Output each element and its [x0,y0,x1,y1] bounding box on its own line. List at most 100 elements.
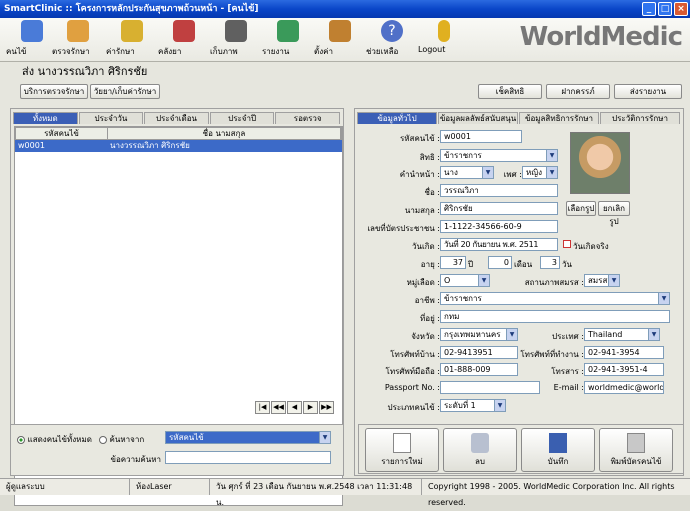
check-right-button[interactable]: เช็คสิทธิ [478,84,542,99]
camera-icon [225,20,247,42]
sex-select[interactable]: หญิง ▼ [522,166,558,179]
email-field[interactable]: worldmedic@worldmedic.com [584,381,664,394]
blood-select[interactable]: O ▼ [440,274,490,287]
prefix-select[interactable]: นาง ▼ [440,166,494,179]
print-card-button[interactable]: พิมพ์บัตรคนไข้ [599,428,673,472]
chevron-down-icon: ▼ [506,329,517,340]
next-fast-button[interactable]: ▶▶ [319,401,334,414]
minimize-button[interactable]: _ [642,2,656,16]
search-input[interactable] [165,451,331,464]
help-icon: ? [381,20,403,42]
passport-field[interactable] [440,381,540,394]
col-patient-id[interactable]: รหัสคนไข้ [16,128,108,139]
mobile-label: โทรศัพท์มือถือ : [385,367,440,376]
home-tel-label: โทรศัพท์บ้าน : [390,350,440,359]
marital-label: สถานภาพสมรส : [524,278,584,287]
prev-button[interactable]: ◀ [287,401,302,414]
toolbar-settings[interactable]: ตั้งค่า [314,20,366,60]
status-datetime: วัน ศุกร์ ที่ 23 เดือน กันยายน พ.ศ.2548 … [210,479,422,507]
age-year-field[interactable]: 37 [440,256,466,269]
new-record-button[interactable]: รายการใหม่ [365,428,439,472]
send-report-button[interactable]: ส่งรายงาน [614,84,682,99]
dob-field[interactable]: วันที่ 20 กันยายน พ.ศ. 2511 [440,238,558,251]
first-page-button[interactable]: |◀ [255,401,270,414]
tab-rights[interactable]: ข้อมูลสิทธิการรักษา [519,112,599,124]
idcard-field[interactable]: 1-1122-34566-60-9 [440,220,558,233]
real-dob-label: วันเกิดจริง [573,242,609,251]
address-field[interactable]: กทม [440,310,670,323]
right-select[interactable]: ข้าราชการ ▼ [440,149,558,162]
fax-field[interactable]: 02-941-3951-4 [584,363,664,376]
toolbar-patient[interactable]: คนไข้ [6,20,58,60]
surname-label: นามสกุล : [404,206,440,215]
brand-logo: WorldMedic [519,22,683,52]
patient-id-field[interactable]: w0001 [440,130,522,143]
right-label: สิทธิ : [419,153,440,162]
tab-yearly[interactable]: ประจำปี [209,112,275,124]
sex-label: เพศ : [503,170,522,179]
row-patient-id: w0001 [18,141,45,150]
toolbar: คนไข้ ตรวจรักษา ค่ารักษา คลังยา เก็บภาพ … [0,18,690,62]
toolbar-report[interactable]: รายงาน [262,20,314,60]
tab-monthly[interactable]: ประจำเดือน [144,112,209,124]
status-bar: ผู้ดูแลระบบ ห้องLaser วัน ศุกร์ ที่ 23 เ… [0,478,690,507]
action-bar: รายการใหม่ ลบ บันทึก พิมพ์บัตรคนไข้ [358,424,684,474]
status-station: ห้องLaser [130,479,210,495]
doctor-icon [67,20,89,42]
tab-support[interactable]: ข้อมูลผลลัพธ์สนับสนุน [438,112,518,124]
real-dob-checkbox[interactable] [563,240,571,248]
province-label: จังหวัด : [411,332,440,341]
tab-general[interactable]: ข้อมูลทั่วไป [357,112,437,124]
cancel-photo-button[interactable]: ยกเลิกรูป [598,201,630,226]
country-select[interactable]: Thailand ▼ [584,328,660,341]
marital-select[interactable]: สมรส ▼ [584,274,620,287]
prenatal-button[interactable]: ฝากครรภ์ [546,84,610,99]
surname-field[interactable]: ศิริกรชัย [440,202,558,215]
delete-button[interactable]: ลบ [443,428,517,472]
work-tel-field[interactable]: 02-941-3954 [584,346,664,359]
choose-photo-button[interactable]: เลือกรูป [566,201,596,216]
job-select[interactable]: ข้าราชการ ▼ [440,292,670,305]
mobile-field[interactable]: 01-888-009 [440,363,518,376]
maximize-button[interactable]: □ [658,2,672,16]
next-button[interactable]: ▶ [303,401,318,414]
grid-header: รหัสคนไข้ ชื่อ นามสกุล [15,127,342,140]
close-button[interactable]: × [674,2,688,16]
show-all-label: แสดงคนไข้ทั้งหมด [27,435,92,444]
tab-all[interactable]: ทั้งหมด [13,112,78,124]
status-copyright: Copyright 1998 - 2005. WorldMedic Corpor… [428,482,675,507]
age-month-field[interactable]: 0 [488,256,512,269]
toolbar-help[interactable]: ? ช่วยเหลือ [366,20,418,60]
patient-icon [21,20,43,42]
toolbar-drugstore[interactable]: คลังยา [158,20,210,60]
search-text-label: ข้อความค้นหา [110,455,161,464]
prev-fast-button[interactable]: ◀◀ [271,401,286,414]
toolbar-capture[interactable]: เก็บภาพ [210,20,262,60]
show-all-radio[interactable] [17,435,25,444]
home-tel-field[interactable]: 02-9413951 [440,346,518,359]
ptype-label: ประเภทคนไข้ : [387,403,440,412]
status-user: ผู้ดูแลระบบ [0,479,130,495]
search-by-label: ค้นหาจาก [109,435,145,444]
col-name[interactable]: ชื่อ นามสกุล [108,128,341,139]
toolbar-logout[interactable]: Logout [418,20,470,60]
service-button[interactable]: บริการตรวจรักษา [20,84,88,99]
age-day-field[interactable]: 3 [540,256,560,269]
tab-daily[interactable]: ประจำวัน [78,112,144,124]
prefix-label: คำนำหน้า : [399,170,440,179]
toolbar-examine[interactable]: ตรวจรักษา [52,20,104,60]
tab-history[interactable]: ประวัติการรักษา [600,112,680,124]
search-field-select[interactable]: รหัสคนไข้ ▼ [165,431,331,444]
name-field[interactable]: วรรณวิภา [440,184,558,197]
table-row[interactable]: w0001 นางวรรณวิภา ศิริกรชัย [15,140,342,152]
search-by-radio[interactable] [99,435,107,444]
idcard-label: เลขที่บัตรประชาชน : [367,224,440,233]
save-button[interactable]: บันทึก [521,428,595,472]
dispense-button[interactable]: วัยยา/เก็บค่ารักษา [90,84,160,99]
title-bar: SmartClinic :: โครงการหลักประกันสุขภาพถ้… [0,0,690,18]
chevron-down-icon: ▼ [658,293,669,304]
toolbar-fee[interactable]: ค่ารักษา [106,20,158,60]
province-select[interactable]: กรุงเทพมหานคร ▼ [440,328,518,341]
tab-waiting[interactable]: รอตรวจ [275,112,340,124]
ptype-select[interactable]: ระดับที่ 1 ▼ [440,399,506,412]
